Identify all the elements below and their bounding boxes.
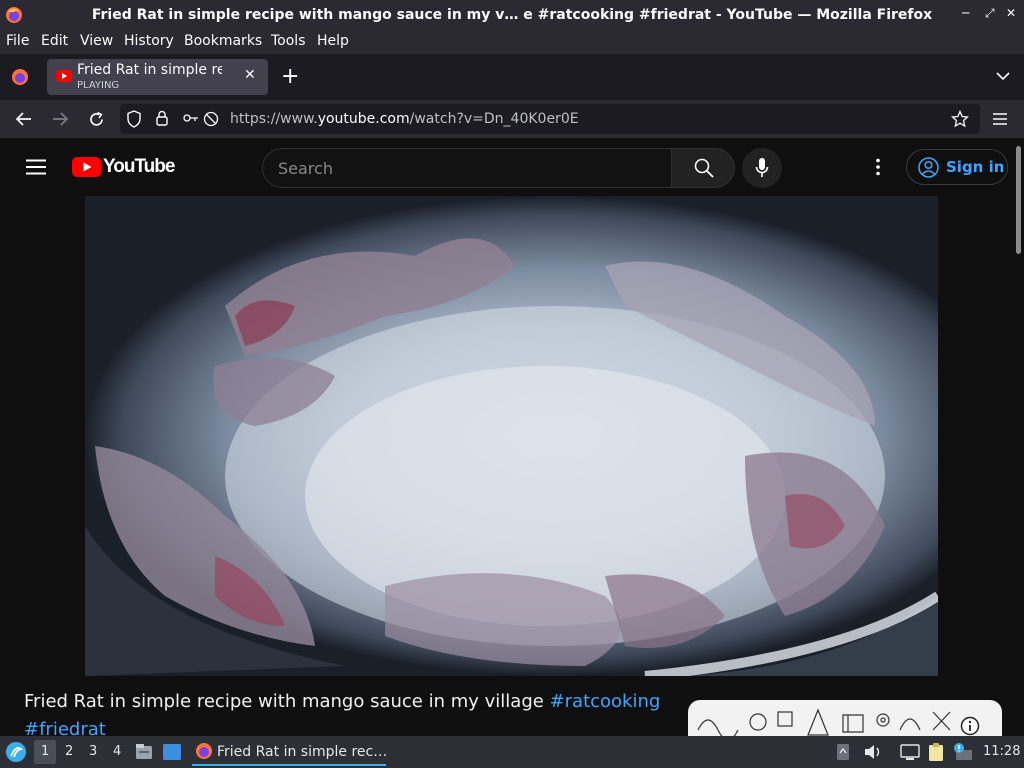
voice-search-button[interactable] bbox=[742, 148, 782, 188]
sign-in-label: Sign in bbox=[946, 158, 1005, 176]
updates-icon[interactable] bbox=[952, 742, 974, 762]
hashtag-ratcooking[interactable]: #ratcooking bbox=[550, 691, 661, 712]
tray-expand-icon[interactable] bbox=[836, 743, 850, 761]
new-tab-icon[interactable]: + bbox=[281, 64, 299, 89]
microphone-icon bbox=[755, 158, 769, 177]
guide-menu-icon[interactable] bbox=[26, 159, 46, 175]
forward-icon[interactable] bbox=[51, 111, 69, 127]
url-domain: youtube.com bbox=[317, 111, 410, 127]
menu-edit[interactable]: Edit bbox=[41, 33, 68, 49]
window-title: Fried Rat in simple recipe with mango sa… bbox=[91, 7, 933, 23]
tab-strip: Fried Rat in simple recipe with mango sa… bbox=[0, 54, 1024, 100]
url-path: /watch?v=Dn_40K0er0E bbox=[409, 111, 579, 127]
youtube-play-logo-icon bbox=[72, 157, 101, 177]
show-desktop-icon[interactable] bbox=[162, 743, 182, 761]
search-placeholder: Search bbox=[278, 159, 333, 178]
youtube-favicon-icon bbox=[56, 70, 72, 82]
video-title: Fried Rat in simple recipe with mango sa… bbox=[24, 688, 664, 736]
video-title-text: Fried Rat in simple recipe with mango sa… bbox=[24, 691, 550, 712]
youtube-page: YouTube Search Sign in Fried Rat in simp… bbox=[0, 138, 1014, 736]
taskbar-firefox-task[interactable]: Fried Rat in simple rec… bbox=[192, 738, 388, 766]
search-button[interactable] bbox=[671, 148, 735, 188]
info-icon[interactable] bbox=[960, 716, 980, 736]
video-player[interactable] bbox=[85, 196, 938, 676]
list-tabs-icon[interactable] bbox=[996, 71, 1010, 81]
bookmark-star-icon[interactable] bbox=[951, 110, 969, 128]
workspace-3[interactable]: 3 bbox=[89, 744, 97, 759]
menu-tools[interactable]: Tools bbox=[271, 33, 306, 49]
workspace-2[interactable]: 2 bbox=[65, 744, 73, 759]
firefox-task-icon bbox=[196, 743, 212, 759]
menu-bar: File Edit View History Bookmarks Tools H… bbox=[0, 30, 1024, 54]
reload-icon[interactable] bbox=[88, 111, 105, 128]
tab-youtube[interactable]: Fried Rat in simple recipe with mango sa… bbox=[47, 59, 268, 95]
navigation-bar: https://www.youtube.com/watch?v=Dn_40K0e… bbox=[0, 100, 1024, 138]
menu-help[interactable]: Help bbox=[317, 33, 349, 49]
menu-file[interactable]: File bbox=[6, 33, 29, 49]
url-bar[interactable]: https://www.youtube.com/watch?v=Dn_40K0e… bbox=[120, 104, 980, 134]
app-menu-icon[interactable] bbox=[992, 112, 1008, 126]
hashtag-friedrat[interactable]: #friedrat bbox=[24, 719, 106, 736]
workspace-1[interactable]: 1 bbox=[41, 744, 49, 759]
tab-playing-label: PLAYING bbox=[77, 80, 120, 91]
ad-thumbnail[interactable] bbox=[688, 700, 1002, 736]
shield-icon[interactable] bbox=[126, 110, 142, 128]
taskbar-task-title: Fried Rat in simple rec… bbox=[217, 744, 388, 760]
page-scrollbar-thumb[interactable] bbox=[1016, 146, 1021, 254]
network-icon[interactable] bbox=[900, 743, 920, 761]
firefox-view-icon[interactable] bbox=[11, 68, 29, 86]
close-window-icon[interactable]: ✕ bbox=[1006, 6, 1016, 20]
system-taskbar: 1 2 3 4 Fried Rat in simple rec… 11:28 bbox=[0, 736, 1024, 768]
back-icon[interactable] bbox=[15, 111, 33, 127]
lock-icon[interactable] bbox=[155, 109, 169, 127]
url-text: https://www.youtube.com/watch?v=Dn_40K0e… bbox=[230, 111, 579, 127]
file-manager-icon[interactable] bbox=[135, 743, 153, 761]
tab-title: Fried Rat in simple recipe with mango sa… bbox=[77, 62, 222, 78]
minimize-icon[interactable]: ─ bbox=[962, 6, 969, 20]
video-frame-image bbox=[85, 238, 938, 676]
close-tab-icon[interactable]: ✕ bbox=[244, 67, 256, 83]
search-icon bbox=[694, 158, 714, 178]
search-input[interactable]: Search bbox=[262, 148, 672, 188]
menu-history[interactable]: History bbox=[124, 33, 174, 49]
youtube-header: YouTube Search Sign in bbox=[0, 138, 1014, 196]
permissions-icon[interactable] bbox=[183, 111, 219, 127]
restore-icon[interactable]: ⤢ bbox=[985, 6, 995, 21]
menu-view[interactable]: View bbox=[80, 33, 113, 49]
workspace-4[interactable]: 4 bbox=[113, 744, 121, 759]
clock[interactable]: 11:28 bbox=[983, 744, 1020, 759]
youtube-logo-text: YouTube bbox=[103, 156, 175, 177]
doodle-pattern-image bbox=[697, 708, 951, 736]
more-options-icon[interactable] bbox=[875, 158, 881, 176]
volume-icon[interactable] bbox=[863, 743, 883, 761]
account-icon bbox=[918, 157, 939, 178]
menu-bookmarks[interactable]: Bookmarks bbox=[184, 33, 262, 49]
sign-in-button[interactable]: Sign in bbox=[906, 149, 1008, 185]
youtube-logo[interactable]: YouTube bbox=[72, 156, 175, 179]
url-prefix: https://www. bbox=[230, 111, 318, 127]
application-launcher-icon[interactable] bbox=[5, 741, 27, 763]
clipboard-icon[interactable] bbox=[927, 742, 945, 762]
window-titlebar: Fried Rat in simple recipe with mango sa… bbox=[0, 0, 1024, 30]
